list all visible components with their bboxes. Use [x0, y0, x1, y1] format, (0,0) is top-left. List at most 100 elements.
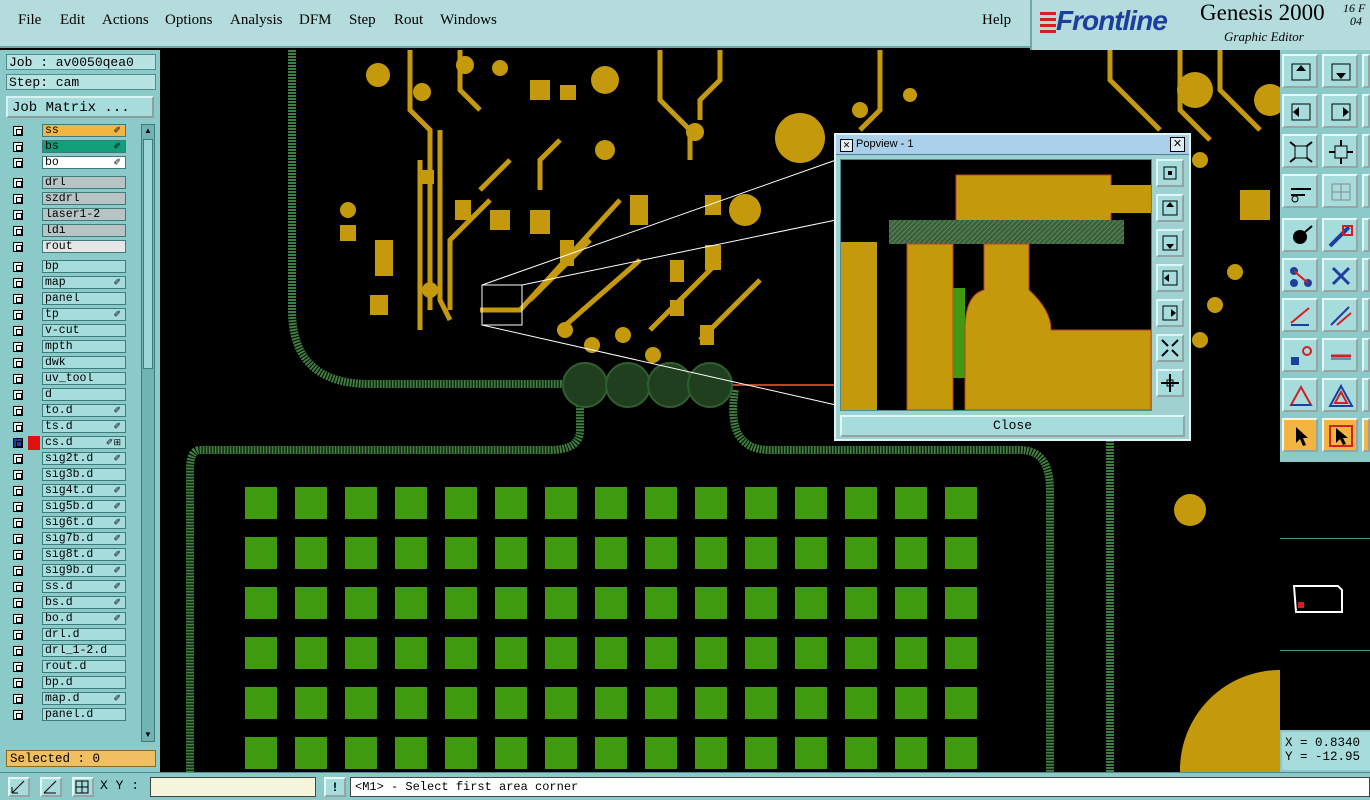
popview-zoom-icon[interactable]	[1156, 159, 1184, 187]
alert-icon[interactable]: !	[324, 777, 346, 797]
measure-tool-button[interactable]	[1282, 174, 1318, 208]
job-matrix-button[interactable]: Job Matrix ...	[6, 96, 154, 118]
layer-row-ss.d[interactable]: ss.d ✐	[7, 580, 129, 594]
layer-name[interactable]: bp	[42, 260, 126, 273]
cross-tool-button[interactable]	[1322, 258, 1358, 292]
menu-edit[interactable]: Edit	[60, 12, 85, 29]
menu-rout[interactable]: Rout	[394, 12, 423, 29]
layer-checkbox[interactable]	[13, 470, 23, 480]
measure-icon[interactable]	[40, 777, 62, 797]
tool-partial[interactable]	[1362, 258, 1370, 292]
slanted-line-tool-button[interactable]	[1322, 298, 1358, 332]
layer-name[interactable]: tp ✐	[42, 308, 126, 321]
layer-checkbox[interactable]	[13, 194, 23, 204]
layer-name[interactable]: uv_tool	[42, 372, 126, 385]
layer-name[interactable]: mpth	[42, 340, 126, 353]
layer-row-d[interactable]: d	[7, 388, 129, 402]
layer-name[interactable]: drl.d	[42, 628, 126, 641]
layer-name[interactable]: map ✐	[42, 276, 126, 289]
popview-pan-left-icon[interactable]	[1156, 264, 1184, 292]
layer-checkbox[interactable]	[13, 374, 23, 384]
tool-partial[interactable]	[1362, 218, 1370, 252]
select-tool-button[interactable]	[1282, 418, 1318, 452]
popview-pan-right-icon[interactable]	[1156, 299, 1184, 327]
layer-row-drl_1-2.d[interactable]: drl_1-2.d	[7, 644, 129, 658]
layer-row-sig7b.d[interactable]: sig7b.d ✐	[7, 532, 129, 546]
tool-partial[interactable]	[1362, 54, 1370, 88]
popview-close-button[interactable]: Close	[840, 415, 1185, 437]
layer-checkbox[interactable]	[13, 422, 23, 432]
layer-checkbox[interactable]	[13, 278, 23, 288]
triangle-tool-button[interactable]	[1282, 378, 1318, 412]
layer-row-to.d[interactable]: to.d ✐	[7, 404, 129, 418]
layer-row-uv_tool[interactable]: uv_tool	[7, 372, 129, 386]
layer-checkbox[interactable]	[13, 294, 23, 304]
layer-row-v-cut[interactable]: v-cut	[7, 324, 129, 338]
layer-checkbox[interactable]	[13, 646, 23, 656]
layer-row-rout[interactable]: rout	[7, 240, 129, 254]
tool-partial[interactable]	[1362, 378, 1370, 412]
layer-checkbox[interactable]	[13, 342, 23, 352]
scroll-down-arrow-icon[interactable]: ▼	[143, 731, 153, 739]
pan-left-button[interactable]	[1282, 94, 1318, 128]
layer-name[interactable]: bo.d ✐	[42, 612, 126, 625]
horizontal-line-tool-button[interactable]	[1322, 338, 1358, 372]
grid-icon[interactable]	[72, 777, 94, 797]
layer-row-sig4t.d[interactable]: sig4t.d ✐	[7, 484, 129, 498]
menu-windows[interactable]: Windows	[440, 12, 497, 29]
layer-name[interactable]: ldi	[42, 224, 126, 237]
layer-name[interactable]: bs ✐	[42, 140, 126, 153]
layer-row-dwk[interactable]: dwk	[7, 356, 129, 370]
layer-name[interactable]: panel	[42, 292, 126, 305]
pan-down-button[interactable]	[1322, 54, 1358, 88]
scroll-thumb[interactable]	[143, 139, 153, 369]
layer-name[interactable]: dwk	[42, 356, 126, 369]
grid-button[interactable]	[1322, 174, 1358, 208]
layer-row-sig3b.d[interactable]: sig3b.d	[7, 468, 129, 482]
tool-partial[interactable]	[1362, 418, 1370, 452]
layer-name[interactable]: sig4t.d ✐	[42, 484, 126, 497]
layer-name[interactable]: bp.d	[42, 676, 126, 689]
layer-checkbox[interactable]	[13, 694, 23, 704]
layer-checkbox[interactable]	[13, 598, 23, 608]
layer-name[interactable]: to.d ✐	[42, 404, 126, 417]
pan-right-button[interactable]	[1322, 94, 1358, 128]
layer-name[interactable]: ts.d ✐	[42, 420, 126, 433]
layer-checkbox[interactable]	[13, 582, 23, 592]
zoom-in-button[interactable]	[1322, 134, 1358, 168]
tool-partial[interactable]	[1362, 134, 1370, 168]
layer-name[interactable]: rout	[42, 240, 126, 253]
layer-row-bs.d[interactable]: bs.d ✐	[7, 596, 129, 610]
layer-row-rout.d[interactable]: rout.d	[7, 660, 129, 674]
layer-checkbox[interactable]	[13, 158, 23, 168]
layer-row-bp.d[interactable]: bp.d	[7, 676, 129, 690]
layer-name[interactable]: d	[42, 388, 126, 401]
layer-checkbox[interactable]	[13, 358, 23, 368]
layer-checkbox[interactable]	[13, 310, 23, 320]
layer-name[interactable]: map.d ✐	[42, 692, 126, 705]
layer-checkbox[interactable]	[13, 678, 23, 688]
layer-checkbox[interactable]	[13, 566, 23, 576]
menu-options[interactable]: Options	[165, 12, 213, 29]
overview-map[interactable]	[1280, 462, 1370, 730]
tool-partial[interactable]	[1362, 94, 1370, 128]
area-select-tool-button[interactable]	[1322, 418, 1358, 452]
tool-partial[interactable]	[1362, 298, 1370, 332]
pan-up-button[interactable]	[1282, 54, 1318, 88]
menu-step[interactable]: Step	[349, 12, 376, 29]
popview-pan-down-icon[interactable]	[1156, 229, 1184, 257]
layer-checkbox[interactable]	[13, 662, 23, 672]
layer-name[interactable]: panel.d	[42, 708, 126, 721]
layer-checkbox[interactable]	[13, 126, 23, 136]
popview-zoom-in-icon[interactable]	[1156, 369, 1184, 397]
layer-checkbox[interactable]	[13, 486, 23, 496]
layer-name[interactable]: szdrl	[42, 192, 126, 205]
layer-checkbox[interactable]	[13, 142, 23, 152]
layer-row-tp[interactable]: tp ✐	[7, 308, 129, 322]
layer-row-ss[interactable]: ss ✐	[7, 124, 129, 138]
layer-name[interactable]: sig7b.d ✐	[42, 532, 126, 545]
layer-row-drl[interactable]: drl	[7, 176, 129, 190]
layer-checkbox[interactable]	[13, 390, 23, 400]
layer-name[interactable]: sig5b.d ✐	[42, 500, 126, 513]
popview-viewport[interactable]	[840, 159, 1152, 411]
